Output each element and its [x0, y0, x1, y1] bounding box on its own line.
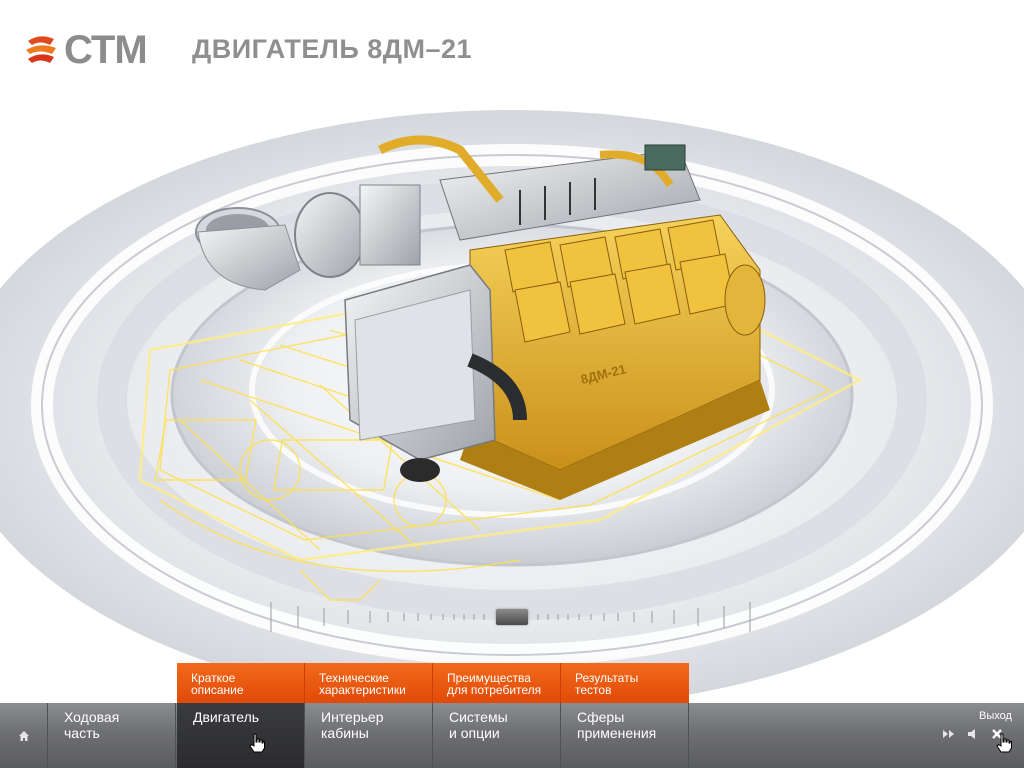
nav-item-label: Сферы — [577, 709, 625, 725]
submenu-item-test-results[interactable]: Результаты тестов — [561, 663, 689, 703]
home-icon — [18, 730, 29, 741]
nav-item-label: Ходовая — [64, 709, 120, 725]
submenu-item-label: характеристики — [319, 683, 406, 697]
submenu-item-advantages[interactable]: Преимущества для потребителя — [433, 663, 561, 703]
nav-item-systems-options[interactable]: Системы и опции — [433, 703, 561, 768]
hand-cursor-icon — [249, 733, 265, 753]
nav-item-cabin-interior[interactable]: Интерьер кабины — [305, 703, 433, 768]
page-title: ДВИГАТЕЛЬ 8ДМ–21 — [192, 34, 473, 64]
exit-label: Выход — [979, 710, 1012, 722]
bottom-nav-bar: Ходовая часть Двигатель Интерьер кабины … — [0, 703, 1024, 768]
nav-item-chassis[interactable]: Ходовая часть — [48, 703, 176, 768]
logo-text: СТМ — [64, 28, 148, 72]
header: СТМ ДВИГАТЕЛЬ 8ДМ–21 — [0, 0, 1024, 80]
stm-logo-icon — [26, 36, 56, 63]
submenu-item-label: описание — [191, 683, 244, 697]
submenu-item-brief-description[interactable]: Краткое описание — [177, 663, 305, 703]
nav-item-label: часть — [64, 725, 100, 741]
stage-rings: 8ДМ-21 — [0, 110, 1024, 710]
submenu-item-specifications[interactable]: Технические характеристики — [305, 663, 433, 703]
hand-cursor-icon — [996, 733, 1012, 753]
submenu-item-label: тестов — [575, 683, 612, 697]
timeline-thumb[interactable] — [496, 609, 528, 625]
engine-submenu: Краткое описание Технические характерист… — [177, 663, 689, 703]
nav-item-applications[interactable]: Сферы применения — [561, 703, 689, 768]
fast-forward-icon[interactable] — [940, 725, 958, 743]
nav-item-label: Интерьер — [321, 709, 384, 725]
stm-logo: СТМ — [22, 28, 172, 72]
nav-item-label: Системы — [449, 709, 508, 725]
nav-item-label: применения — [577, 725, 657, 741]
nav-item-label: и опции — [449, 725, 500, 741]
timeline-slider[interactable] — [268, 600, 754, 636]
home-button[interactable] — [0, 703, 48, 768]
engine-viewer-stage[interactable]: 8ДМ-21 — [0, 0, 1024, 768]
sound-icon[interactable] — [964, 725, 982, 743]
nav-item-label: кабины — [321, 725, 369, 741]
nav-item-engine[interactable]: Двигатель — [177, 703, 305, 768]
nav-item-label: Двигатель — [193, 709, 260, 725]
submenu-item-label: для потребителя — [447, 683, 542, 697]
